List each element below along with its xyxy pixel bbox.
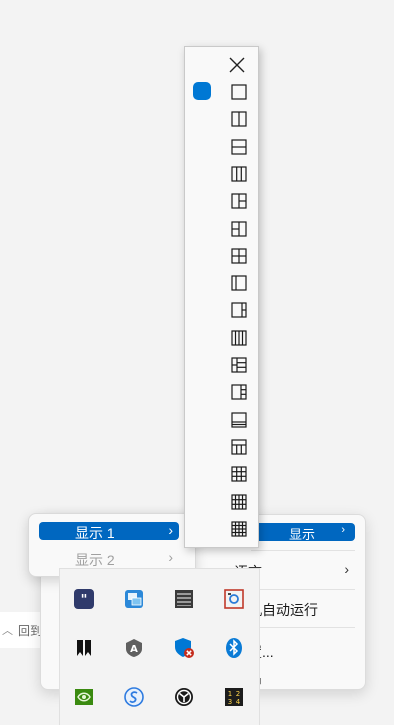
layout-button-three-columns[interactable] — [231, 166, 247, 182]
display-2-label: 显示 2 — [75, 552, 115, 568]
security-warning-icon[interactable] — [173, 637, 195, 659]
screenshot-tool-icon[interactable] — [223, 588, 245, 610]
defender-app-icon[interactable]: A — [123, 637, 145, 659]
layout-button-four-columns[interactable] — [231, 330, 247, 346]
menu-separator — [251, 627, 355, 628]
layout-button-narrow-right[interactable] — [231, 302, 247, 318]
layout-button-narrow-left[interactable] — [231, 275, 247, 291]
terminal-icon[interactable] — [173, 588, 195, 610]
layout-button-right-wide-left-split[interactable] — [231, 220, 247, 237]
chevron-right-icon: › — [341, 524, 345, 536]
svg-text:A: A — [130, 644, 138, 655]
bluetooth-icon[interactable] — [223, 637, 245, 659]
layout-narrow-left-icon — [231, 275, 247, 291]
display-2-item[interactable]: 显示 2 › — [39, 549, 179, 568]
layout-button-left-with-right-split[interactable] — [231, 193, 247, 209]
layout-button-bottom-strip[interactable] — [231, 411, 247, 428]
layout-three-columns-icon — [231, 166, 247, 182]
layout-button-right-with-left-triple[interactable] — [231, 384, 247, 400]
close-icon[interactable] — [228, 56, 246, 74]
layout-button-grid-4-columns-3-rows[interactable] — [231, 493, 247, 510]
sogou-input-icon[interactable] — [123, 686, 145, 708]
menu-separator — [251, 550, 355, 551]
menu-separator — [251, 589, 355, 590]
layout-dense-grid-icon — [231, 521, 247, 537]
layout-left-with-right-triple-icon — [231, 357, 247, 373]
nvidia-icon[interactable] — [73, 686, 95, 708]
layout-button-two-columns[interactable] — [231, 111, 247, 127]
layout-two-columns-icon — [231, 111, 247, 127]
layout-picker-popup — [184, 46, 259, 548]
layout-top-strip-columns-icon — [231, 439, 247, 455]
layout-narrow-right-icon — [231, 302, 247, 318]
layout-button-two-rows[interactable] — [231, 138, 247, 155]
chevron-right-icon: › — [344, 561, 349, 577]
svg-text:1: 1 — [228, 690, 232, 698]
display-1-label: 显示 1 — [75, 525, 115, 541]
layout-grid-3-columns-3-rows-icon — [231, 466, 247, 482]
layout-button-left-with-right-triple[interactable] — [231, 357, 247, 373]
active-layout-indicator — [193, 82, 211, 100]
layout-right-with-left-triple-icon — [231, 384, 247, 400]
chevron-up-icon: ︿ — [2, 625, 13, 637]
circle-y-app-icon[interactable] — [173, 686, 195, 708]
svg-text:4: 4 — [236, 698, 241, 706]
layout-button-grid-3-columns-3-rows[interactable] — [231, 466, 247, 482]
layout-right-wide-left-split-icon — [231, 220, 247, 237]
layout-button-top-strip-columns[interactable] — [231, 439, 247, 455]
layout-button-single[interactable] — [231, 84, 247, 100]
keyboard-layout-icon[interactable]: 1234 — [223, 686, 245, 708]
layout-single-icon — [231, 84, 247, 100]
chevron-right-icon: › — [168, 522, 173, 538]
layout-left-with-right-split-icon — [231, 193, 247, 209]
menu-item-display-label: 显示 — [289, 527, 316, 542]
remote-desktop-icon[interactable] — [123, 588, 145, 610]
svg-text:3: 3 — [228, 698, 232, 706]
bookmark-app-icon[interactable] — [73, 637, 95, 659]
chevron-right-icon: › — [168, 549, 173, 565]
layout-four-columns-icon — [231, 330, 247, 346]
layout-grid-4-columns-3-rows-icon — [231, 493, 247, 510]
layout-two-rows-icon — [231, 138, 247, 155]
tray-overflow-panel: " A 1234 — [59, 568, 260, 725]
layout-button-grid-2x2[interactable] — [231, 248, 247, 264]
layout-bottom-strip-icon — [231, 411, 247, 428]
layout-grid-2x2-icon — [231, 248, 247, 264]
svg-text:": " — [81, 593, 88, 608]
chat-app-icon[interactable]: " — [73, 588, 95, 610]
display-1-item[interactable]: 显示 1 › — [39, 522, 179, 541]
layout-button-dense-grid[interactable] — [231, 521, 247, 537]
svg-text:2: 2 — [236, 690, 240, 698]
